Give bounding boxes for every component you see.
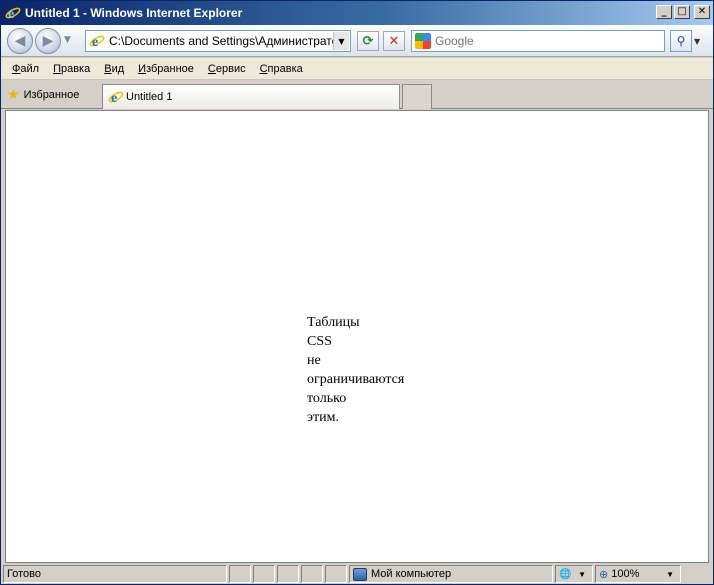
menu-favorites[interactable]: Избранное (131, 63, 201, 75)
tab-untitled-1[interactable]: e Untitled 1 (102, 84, 400, 109)
zone-label: Мой компьютер (371, 568, 452, 580)
chevron-down-icon: ▼ (578, 569, 586, 579)
title-bar: e Untitled 1 - Windows Internet Explorer… (1, 1, 713, 25)
text-line: Таблицы (307, 315, 360, 330)
text-line: только (307, 391, 347, 406)
close-button[interactable]: ✕ (694, 5, 710, 19)
forward-arrow-icon: ▶ (42, 33, 54, 49)
menu-file[interactable]: Файл (5, 63, 46, 75)
zoom-button[interactable]: ⊕ 100% ▼ (595, 565, 681, 583)
status-panel (277, 565, 299, 583)
tab-label: Untitled 1 (126, 91, 173, 103)
status-panel (253, 565, 275, 583)
zoom-level: 100% (611, 568, 640, 580)
minimize-button[interactable]: _ (656, 5, 672, 19)
window-title: Untitled 1 - Windows Internet Explorer (25, 6, 243, 20)
favorites-label: Избранное (23, 88, 80, 101)
address-dropdown-button[interactable]: ▼ (333, 32, 349, 50)
text-line: ограничиваются (307, 372, 405, 387)
back-button[interactable]: ◀ (7, 28, 33, 54)
status-text: Готово (3, 565, 227, 583)
svg-text:e: e (8, 7, 14, 21)
text-line: CSS (307, 334, 332, 349)
address-text[interactable]: C:\Documents and Settings\Администратор\… (109, 34, 333, 48)
page-icon: e (108, 89, 124, 105)
menu-help[interactable]: Справка (253, 63, 310, 75)
refresh-button[interactable]: ⟳ (357, 31, 379, 51)
menu-tools[interactable]: Сервис (201, 63, 253, 75)
refresh-icon: ⟳ (362, 33, 374, 49)
menu-view[interactable]: Вид (97, 63, 131, 75)
search-input[interactable] (435, 34, 635, 48)
ie-logo-icon: e (5, 5, 21, 21)
back-arrow-icon: ◀ (14, 33, 26, 49)
globe-icon: 🌐 (559, 568, 572, 580)
maximize-button[interactable]: □ (674, 5, 690, 19)
page-content: Таблицы CSS не ограничиваются только эти… (5, 110, 709, 563)
google-icon (415, 33, 431, 49)
tab-bar: ★ Избранное e Untitled 1 (1, 81, 713, 109)
ie-window: e Untitled 1 - Windows Internet Explorer… (0, 0, 714, 585)
chevron-down-icon: ▼ (338, 36, 345, 46)
text-line: не (307, 353, 321, 368)
magnifier-icon: ⚲ (676, 34, 686, 48)
zoom-icon: ⊕ (599, 568, 609, 581)
status-panel (301, 565, 323, 583)
status-panel (325, 565, 347, 583)
computer-icon (353, 567, 367, 581)
svg-text:e: e (92, 35, 98, 49)
star-icon: ★ (7, 86, 20, 102)
text-line: этим. (307, 410, 339, 425)
search-box[interactable] (411, 30, 665, 52)
status-panel (229, 565, 251, 583)
status-bar: Готово Мой компьютер 🌐 ▼ ⊕ 100% ▼ (1, 564, 713, 584)
search-options-dropdown[interactable]: ▼ (694, 37, 700, 46)
navigation-bar: ◀ ▶ ▼ e C:\Documents and Settings\Админи… (1, 25, 713, 57)
chevron-down-icon: ▼ (666, 569, 674, 579)
forward-button[interactable]: ▶ (35, 28, 61, 54)
page-icon: e (89, 33, 105, 49)
favorites-button[interactable]: ★ Избранное (7, 86, 79, 103)
svg-text:e: e (111, 91, 117, 105)
window-controls: _ □ ✕ (656, 5, 710, 19)
menu-edit[interactable]: Правка (46, 63, 97, 75)
stop-icon: ✕ (388, 33, 400, 49)
search-button[interactable]: ⚲ (670, 30, 692, 52)
stop-button[interactable]: ✕ (383, 31, 405, 51)
new-tab-button[interactable] (402, 84, 432, 109)
security-zone[interactable]: Мой компьютер (349, 565, 553, 583)
recent-pages-dropdown[interactable]: ▼ (64, 35, 74, 45)
address-bar[interactable]: e C:\Documents and Settings\Администрато… (85, 30, 351, 52)
protected-mode-button[interactable]: 🌐 ▼ (555, 565, 593, 583)
page-text-block: Таблицы CSS не ограничиваются только эти… (307, 313, 404, 427)
menu-bar: Файл Правка Вид Избранное Сервис Справка (1, 58, 713, 80)
